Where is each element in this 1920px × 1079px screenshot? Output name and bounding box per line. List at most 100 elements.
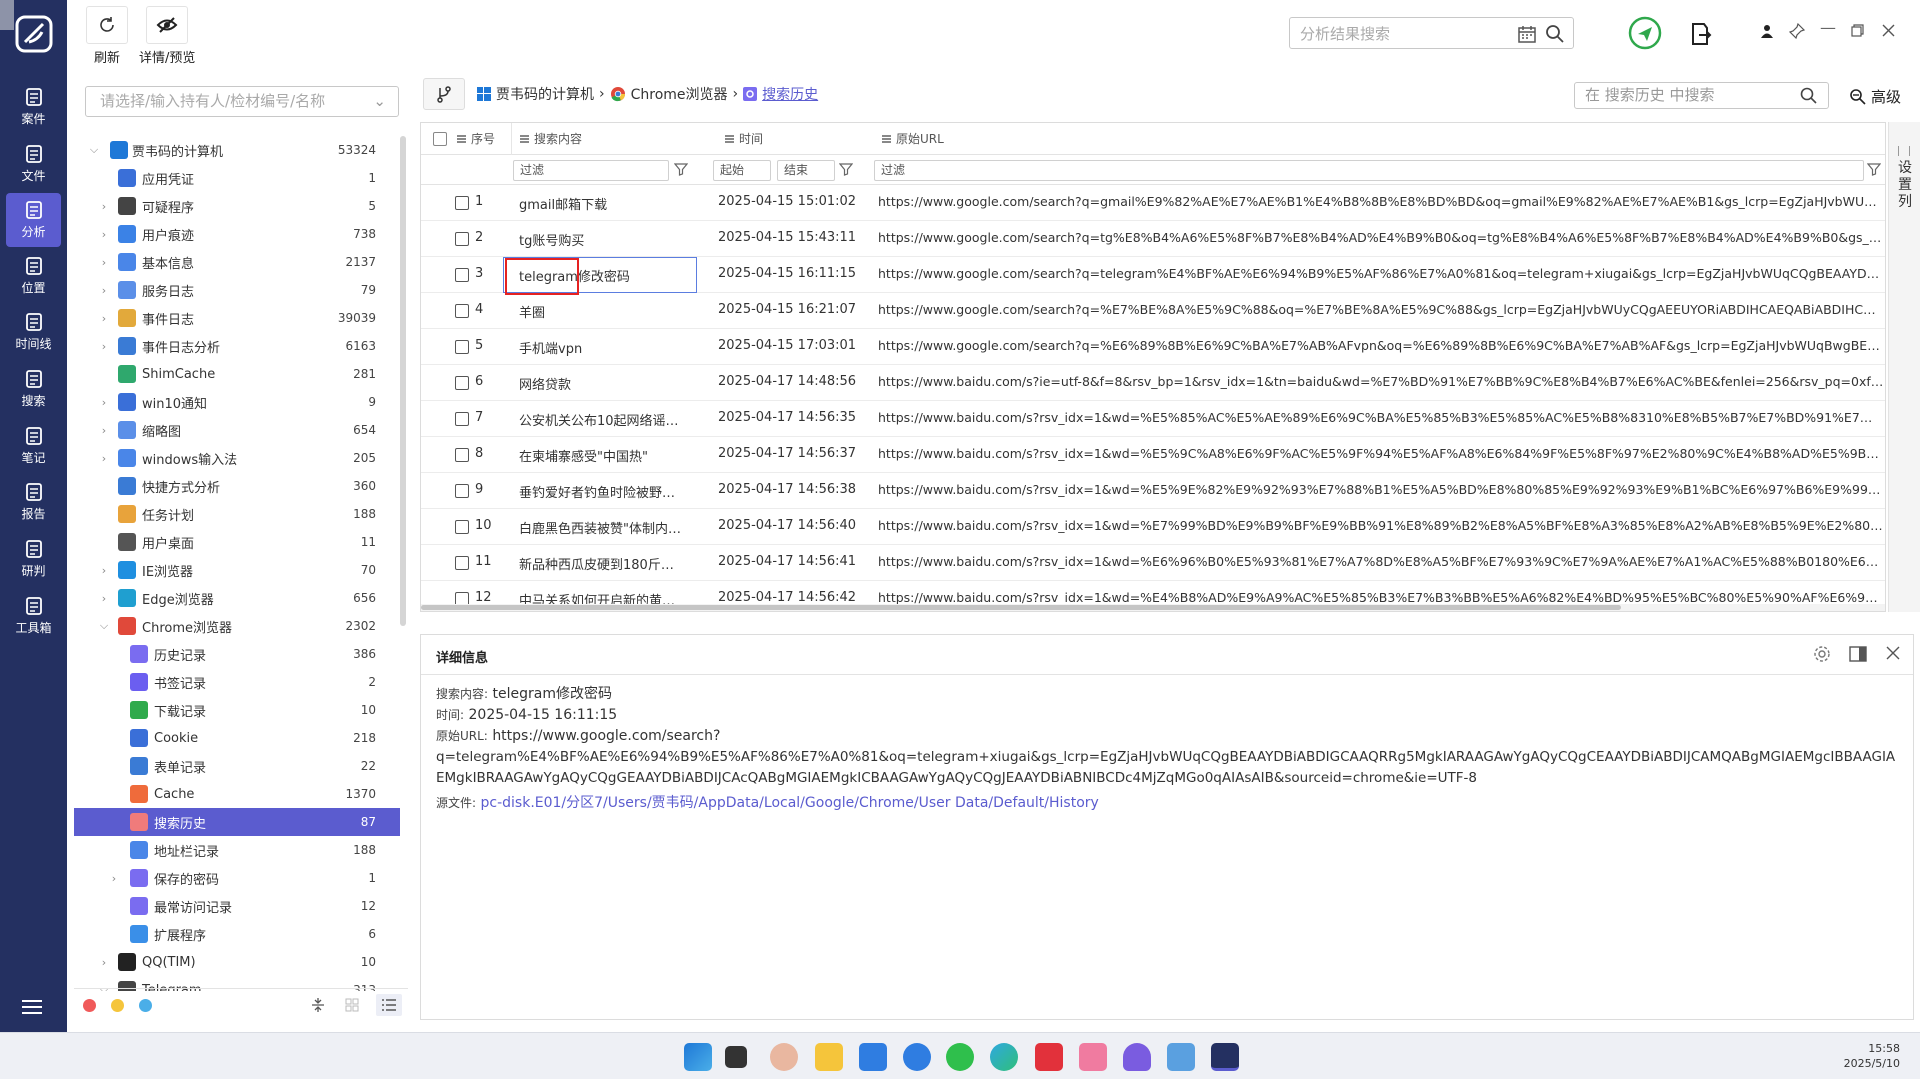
chevron-right-icon[interactable]: › — [98, 956, 110, 969]
tree-item[interactable]: ⌵ 贾韦码的计算机 53324 — [74, 136, 400, 164]
table-row[interactable]: 10 白鹿黑色西装被赞"体制内穿搭" 2025-04-17 14:56:40 http… — [421, 509, 1885, 545]
breadcrumb-browser[interactable]: Chrome浏览器 — [631, 84, 728, 104]
minimize-icon[interactable]: — — [1820, 18, 1836, 37]
cloud-app-icon[interactable] — [859, 1043, 887, 1071]
user-icon[interactable] — [1760, 24, 1774, 38]
chevron-right-icon[interactable]: › — [98, 592, 110, 605]
tree-item[interactable]: 下载记录 10 — [74, 696, 400, 724]
row-checkbox[interactable] — [455, 376, 469, 390]
detail-preview-button[interactable]: 详情/预览 — [139, 6, 195, 66]
tree-item[interactable]: › 用户痕迹 738 — [74, 220, 400, 248]
row-checkbox[interactable] — [455, 196, 469, 210]
nav-item-4[interactable]: 时间线 — [6, 305, 61, 359]
red-app-icon[interactable] — [1035, 1043, 1063, 1071]
restore-icon[interactable] — [1851, 24, 1864, 37]
forensics-app-icon[interactable] — [1211, 1043, 1239, 1071]
select-all-checkbox[interactable] — [433, 132, 447, 146]
detail-source-link[interactable]: pc-disk.E01/分区7/Users/贾韦码/AppData/Local/… — [481, 795, 1099, 811]
search-icon[interactable] — [1800, 87, 1818, 105]
tree-item[interactable]: 应用凭证 1 — [74, 164, 400, 192]
table-row[interactable]: 9 垂钓爱好者钓鱼时险被野猪拖走 2025-04-17 14:56:38 https:… — [421, 473, 1885, 509]
remote-app-icon[interactable] — [1167, 1043, 1195, 1071]
url-filter-input[interactable]: 过滤 — [874, 160, 1864, 181]
column-header-url[interactable]: 原始URL — [874, 123, 1884, 155]
table-row[interactable]: 5 手机端vpn 2025-04-15 17:03:01 https://www.go… — [421, 329, 1885, 365]
search-icon[interactable] — [1545, 24, 1565, 44]
tree-scrollbar[interactable] — [400, 136, 406, 626]
tree-item[interactable]: › 可疑程序 5 — [74, 192, 400, 220]
pink-app-icon[interactable] — [1079, 1043, 1107, 1071]
k-app-icon[interactable] — [903, 1043, 931, 1071]
tree-item[interactable]: › 事件日志 39039 — [74, 304, 400, 332]
tree-item[interactable]: › windows输入法 205 — [74, 444, 400, 472]
chevron-down-icon[interactable]: ⌵ — [88, 143, 100, 157]
chevron-right-icon[interactable]: › — [98, 424, 110, 437]
refresh-button[interactable]: 刷新 — [86, 6, 128, 66]
close-icon[interactable] — [1882, 24, 1895, 37]
column-header-no[interactable]: 序号 — [449, 123, 511, 155]
tree-item[interactable]: › 事件日志分析 6163 — [74, 332, 400, 360]
row-checkbox[interactable] — [455, 232, 469, 246]
row-checkbox[interactable] — [455, 412, 469, 426]
tree-item[interactable]: 扩展程序 6 — [74, 920, 400, 948]
tree-item[interactable]: 用户桌面 11 — [74, 528, 400, 556]
breadcrumb-computer[interactable]: 贾韦码的计算机 — [496, 84, 594, 104]
content-filter-input[interactable]: 过滤 — [513, 160, 669, 181]
chevron-right-icon[interactable]: › — [98, 340, 110, 353]
chevron-right-icon[interactable]: › — [98, 564, 110, 577]
chevron-right-icon[interactable]: › — [98, 452, 110, 465]
gear-icon[interactable] — [1813, 645, 1831, 663]
result-search-input[interactable]: 分析结果搜索 — [1289, 17, 1574, 49]
nav-item-5[interactable]: 搜索 — [6, 362, 61, 416]
nav-item-2[interactable]: 分析 — [6, 193, 61, 247]
chevron-right-icon[interactable]: › — [98, 228, 110, 241]
start-icon[interactable] — [684, 1043, 712, 1071]
table-row[interactable]: 1 gmail邮箱下载 2025-04-15 15:01:02 https://www… — [421, 185, 1885, 221]
tree-item[interactable]: 表单记录 22 — [74, 752, 400, 780]
table-search-input[interactable]: 在 搜索历史 中搜索 — [1574, 82, 1829, 109]
blue-dot-icon[interactable] — [139, 999, 152, 1012]
table-row[interactable]: 6 网络贷款 2025-04-17 14:48:56 https://www.baid… — [421, 365, 1885, 401]
status-shield-icon[interactable] — [1628, 16, 1662, 50]
chevron-down-icon[interactable]: ⌵ — [98, 619, 110, 633]
row-checkbox[interactable] — [455, 484, 469, 498]
tree-item[interactable]: 搜索历史 87 — [74, 808, 400, 836]
table-horizontal-scrollbar[interactable] — [421, 604, 1885, 611]
grid-view-icon[interactable] — [344, 997, 360, 1013]
tree-item[interactable]: 书签记录 2 — [74, 668, 400, 696]
nav-item-0[interactable]: 案件 — [6, 80, 61, 134]
chevron-right-icon[interactable]: › — [98, 396, 110, 409]
export-icon[interactable] — [1690, 22, 1712, 46]
time-start-input[interactable]: 起始 — [713, 160, 771, 181]
nav-item-8[interactable]: 研判 — [6, 532, 61, 586]
nav-item-1[interactable]: 文件 — [6, 137, 61, 191]
tree-item[interactable]: › QQ(TIM) 10 — [74, 948, 400, 976]
owner-select[interactable]: 请选择/输入持有人/检材编号/名称 ⌄ — [85, 86, 399, 117]
tree-item[interactable]: › 保存的密码 1 — [74, 864, 400, 892]
tree-item[interactable]: › win10通知 9 — [74, 388, 400, 416]
table-row[interactable]: 3 telegram修改密码 2025-04-15 16:11:15 https://… — [421, 257, 1885, 293]
table-row[interactable]: 2 tg账号购买 2025-04-15 15:43:11 https://www.go… — [421, 221, 1885, 257]
column-header-time[interactable]: 时间 — [717, 123, 874, 155]
column-header-content[interactable]: 搜索内容 — [511, 123, 717, 155]
row-checkbox[interactable] — [455, 520, 469, 534]
tree-item[interactable]: ShimCache 281 — [74, 360, 400, 388]
chevron-right-icon[interactable]: › — [98, 312, 110, 325]
file-explorer-icon[interactable] — [815, 1043, 843, 1071]
filter-icon[interactable] — [839, 162, 853, 176]
table-row[interactable]: 8 在柬埔寨感受"中国热" 2025-04-17 14:56:37 https://w… — [421, 437, 1885, 473]
row-checkbox[interactable] — [455, 556, 469, 570]
chevron-right-icon[interactable]: › — [98, 284, 110, 297]
branch-button[interactable] — [423, 78, 465, 110]
list-view-icon[interactable] — [376, 994, 402, 1016]
tree-item[interactable]: › IE浏览器 70 — [74, 556, 400, 584]
yellow-dot-icon[interactable] — [111, 999, 124, 1012]
calendar-icon[interactable] — [1517, 24, 1537, 44]
tree-item[interactable]: › Edge浏览器 656 — [74, 584, 400, 612]
avatar-app-icon[interactable] — [770, 1043, 798, 1071]
red-dot-icon[interactable] — [83, 999, 96, 1012]
tree-item[interactable]: › 缩略图 654 — [74, 416, 400, 444]
collapse-all-icon[interactable] — [310, 997, 326, 1013]
row-checkbox[interactable] — [455, 268, 469, 282]
table-row[interactable]: 11 新品种西瓜皮硬到180斤大汉踩不烂 2025-04-17 14:56:41 ht… — [421, 545, 1885, 581]
